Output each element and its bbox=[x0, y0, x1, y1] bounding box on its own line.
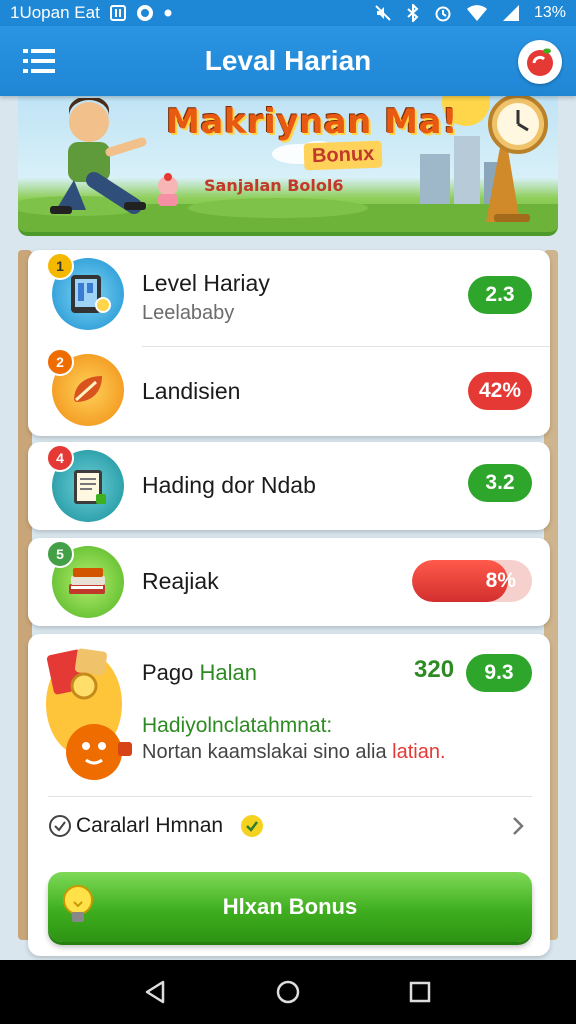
task-row[interactable]: 5 Reajiak 8% bbox=[28, 538, 550, 626]
home-button[interactable] bbox=[264, 968, 312, 1016]
reward-title: Pago Halan bbox=[142, 660, 257, 686]
task-card-1: 1 Level Hariay Leelababy 2.3 2 Landisien… bbox=[28, 250, 550, 436]
signal-icon bbox=[502, 4, 520, 22]
recents-button[interactable] bbox=[396, 968, 444, 1016]
recents-icon bbox=[409, 981, 431, 1003]
reward-divider bbox=[48, 796, 532, 797]
leaf-icon: 2 bbox=[46, 348, 124, 426]
baby-illustration bbox=[158, 173, 178, 206]
claim-bonus-button[interactable]: Hlxan Bonus bbox=[48, 872, 532, 942]
reward-description: Nortan kaamslakai sino alia latian. bbox=[142, 741, 446, 764]
verified-badge-icon bbox=[240, 814, 264, 843]
task-title: Level Hariay bbox=[142, 270, 270, 296]
promo-banner[interactable]: Makriynan Ma! Bonux Sanjalan Bolol6 bbox=[18, 96, 558, 236]
banner-headline: Makriynan Ma! bbox=[166, 102, 458, 142]
notification-icon bbox=[109, 5, 126, 21]
task-title: Hading dor Ndab bbox=[142, 472, 316, 498]
claim-bonus-label: Hlxan Bonus bbox=[222, 894, 358, 919]
bluetooth-icon bbox=[406, 4, 420, 22]
task-card-3: 5 Reajiak 8% bbox=[28, 538, 550, 626]
tablet-icon: 1 bbox=[46, 252, 124, 330]
task-value-badge: 2.3 bbox=[468, 276, 532, 314]
reward-card: Pago Halan 320 9.3 Hadiyolnclatahmnat: N… bbox=[28, 634, 550, 956]
profile-button[interactable] bbox=[518, 40, 562, 84]
back-button[interactable] bbox=[132, 968, 180, 1016]
reward-description-highlight: latian. bbox=[392, 741, 446, 763]
banner-bonus-label: Bonux bbox=[303, 140, 383, 171]
menu-button[interactable] bbox=[22, 44, 56, 78]
task-row[interactable]: 1 Level Hariay Leelababy 2.3 bbox=[28, 250, 550, 338]
task-value-badge: 3.2 bbox=[468, 464, 532, 502]
history-link-label: Caralarl Hmnan bbox=[76, 814, 224, 837]
task-number-badge: 2 bbox=[46, 348, 74, 376]
task-subtitle: Leelababy bbox=[142, 302, 235, 324]
system-nav-bar bbox=[0, 960, 576, 1024]
task-card-2: 4 Hading dor Ndab 3.2 bbox=[28, 442, 550, 530]
wifi-icon bbox=[466, 4, 488, 22]
reward-description-text: Nortan kaamslakai sino alia bbox=[142, 741, 393, 763]
task-row[interactable]: 2 Landisien 42% bbox=[28, 346, 550, 434]
banner-subtitle: Sanjalan Bolol6 bbox=[204, 176, 344, 195]
carrier-text: 1Uopan Eat bbox=[10, 3, 100, 22]
reward-subtitle: Hadiyolnclatahmnat: bbox=[142, 714, 333, 737]
chat-icon bbox=[136, 4, 154, 22]
reward-points: 320 bbox=[414, 656, 455, 683]
task-row[interactable]: 4 Hading dor Ndab 3.2 bbox=[28, 442, 550, 530]
task-number-badge: 4 bbox=[46, 444, 74, 472]
books-icon: 5 bbox=[46, 540, 124, 618]
task-value-badge: 42% bbox=[468, 372, 532, 410]
character-illustration bbox=[50, 98, 147, 214]
document-icon: 4 bbox=[46, 444, 124, 522]
reward-illustration bbox=[46, 648, 132, 780]
task-progress-bar: 8% bbox=[412, 560, 532, 602]
home-icon bbox=[276, 980, 300, 1004]
app-bar: Leval Harian bbox=[0, 26, 576, 96]
battery-text: 13% bbox=[533, 4, 566, 21]
lightbulb-icon bbox=[60, 884, 96, 934]
mute-icon bbox=[374, 4, 392, 22]
task-number-badge: 5 bbox=[46, 540, 74, 568]
reward-title-part2: Halan bbox=[199, 660, 257, 685]
status-bar: 1Uopan Eat 13% bbox=[0, 0, 576, 26]
task-number-badge: 1 bbox=[46, 252, 74, 280]
dot-icon bbox=[164, 9, 172, 17]
menu-icon bbox=[23, 49, 55, 73]
task-title: Reajiak bbox=[142, 568, 219, 594]
back-icon bbox=[145, 980, 165, 1004]
reward-title-part1: Pago bbox=[142, 660, 200, 685]
alarm-icon bbox=[434, 4, 452, 22]
task-value-badge: 8% bbox=[485, 569, 516, 592]
check-circle-icon bbox=[48, 814, 72, 843]
chevron-right-icon bbox=[510, 814, 526, 843]
reward-value-badge: 9.3 bbox=[466, 654, 532, 692]
history-link[interactable]: Caralarl Hmnan bbox=[28, 804, 550, 848]
apple-icon bbox=[527, 48, 553, 76]
task-title: Landisien bbox=[142, 378, 241, 404]
page-title: Leval Harian bbox=[204, 45, 372, 76]
